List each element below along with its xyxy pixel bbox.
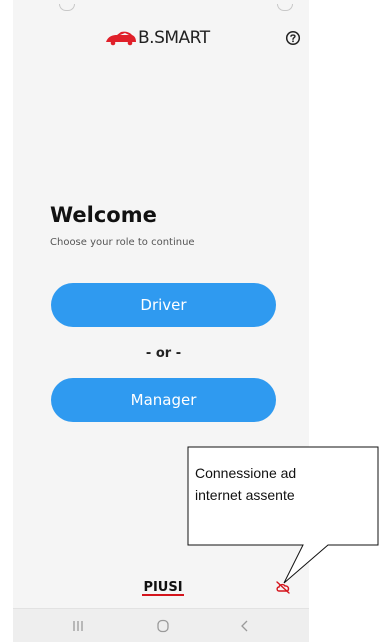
status-indicator <box>59 4 75 11</box>
piusi-logo: PIUSI <box>142 580 184 596</box>
phone-screen: B.SMART Welcome Choose your role to cont… <box>13 0 309 642</box>
callout-line: Connessione ad <box>195 465 297 481</box>
car-logo-icon <box>106 31 136 46</box>
callout-line: internet assente <box>195 487 295 503</box>
or-separator: - or - <box>145 346 182 361</box>
status-bar <box>13 0 309 18</box>
brand-text: PIUSI <box>143 580 182 595</box>
manager-button[interactable]: Manager <box>51 378 276 422</box>
cloud-off-icon <box>276 581 290 594</box>
app-logo: B.SMART <box>105 26 210 50</box>
welcome-title: Welcome <box>50 203 157 227</box>
recent-apps-icon[interactable] <box>68 618 88 634</box>
status-indicator <box>277 4 293 11</box>
callout-text: Connessione ad internet assente <box>195 462 365 506</box>
android-nav-bar <box>13 608 309 642</box>
back-icon[interactable] <box>235 618 255 634</box>
logo-text: B.SMART <box>138 28 210 48</box>
driver-button[interactable]: Driver <box>51 283 276 327</box>
welcome-subtitle: Choose your role to continue <box>50 237 195 248</box>
help-circle-icon[interactable] <box>285 30 301 46</box>
home-icon[interactable] <box>153 618 173 634</box>
screenshot: B.SMART Welcome Choose your role to cont… <box>0 0 385 642</box>
